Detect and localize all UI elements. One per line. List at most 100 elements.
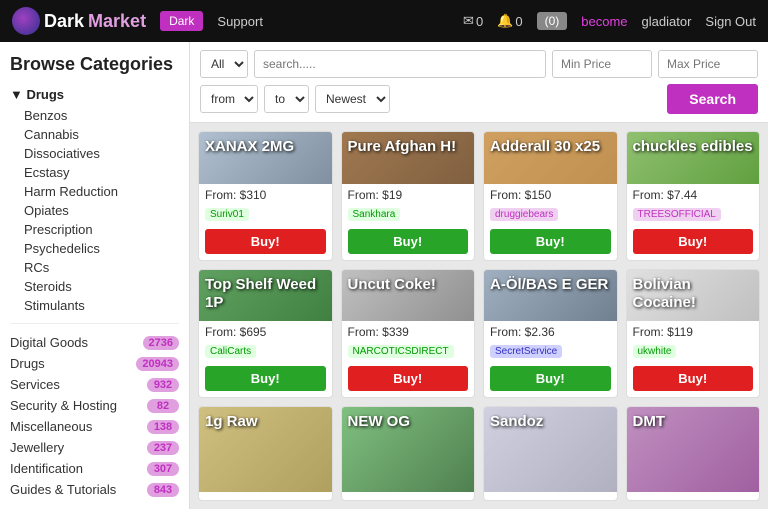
mail-icon-item[interactable]: ✉ 0: [463, 13, 483, 29]
category-badge: 237: [147, 441, 179, 455]
category-select[interactable]: All: [200, 50, 248, 78]
sidebar-category-item[interactable]: Security & Hosting 82: [10, 395, 179, 416]
product-info: From: $339 NARCOTICSDIRECT: [342, 321, 475, 366]
support-link[interactable]: Support: [217, 14, 263, 29]
categories-list: Digital Goods2736Drugs20943Services932Se…: [10, 332, 179, 500]
product-info: From: $2.36 SecretService: [484, 321, 617, 366]
to-date-select[interactable]: to: [264, 85, 309, 113]
product-card: Uncut Coke! From: $339 NARCOTICSDIRECT B…: [341, 269, 476, 399]
sidebar-drug-item[interactable]: Stimulants: [10, 296, 179, 315]
search-input[interactable]: [254, 50, 546, 78]
drug-items-list: BenzosCannabisDissociativesEcstasyHarm R…: [10, 106, 179, 315]
become-link[interactable]: become: [581, 14, 627, 29]
product-card: XANAX 2MG From: $310 Suriv01 Buy!: [198, 131, 333, 261]
product-image-overlay: chuckles edibles: [627, 132, 760, 184]
sidebar-category-item[interactable]: Jewellery237: [10, 437, 179, 458]
sidebar-drug-item[interactable]: Prescription: [10, 220, 179, 239]
sort-select[interactable]: Newest: [315, 85, 390, 113]
search-button[interactable]: Search: [667, 84, 758, 114]
category-label: Services: [10, 377, 60, 392]
sidebar-drug-item[interactable]: Dissociatives: [10, 144, 179, 163]
sidebar-category-item[interactable]: Miscellaneous138: [10, 416, 179, 437]
dark-mode-button[interactable]: Dark: [160, 11, 203, 31]
username-link[interactable]: gladiator: [642, 14, 692, 29]
product-info: From: $150 druggiebears: [484, 184, 617, 229]
product-image-overlay: Uncut Coke!: [342, 270, 475, 322]
product-image: Uncut Coke!: [342, 270, 475, 322]
category-badge: 138: [147, 420, 179, 434]
product-seller[interactable]: NARCOTICSDIRECT: [348, 345, 454, 358]
sidebar-drug-item[interactable]: Ecstasy: [10, 163, 179, 182]
max-price-input[interactable]: [658, 50, 758, 78]
sidebar-drug-item[interactable]: RCs: [10, 258, 179, 277]
product-image: A-Öl/BAS E GER: [484, 270, 617, 322]
category-badge: 82: [147, 399, 179, 413]
from-date-select[interactable]: from: [200, 85, 258, 113]
bell-icon-item[interactable]: 🔔 0: [497, 13, 522, 29]
sidebar-category-item[interactable]: Guides & Tutorials843: [10, 479, 179, 500]
product-image-overlay: Top Shelf Weed 1P: [199, 270, 332, 322]
sidebar-drug-item[interactable]: Harm Reduction: [10, 182, 179, 201]
sidebar-category-item[interactable]: Digital Goods2736: [10, 332, 179, 353]
product-image-overlay: DMT: [627, 407, 760, 492]
product-seller[interactable]: SecretService: [490, 345, 562, 358]
sidebar-divider: [10, 323, 179, 324]
product-card: A-Öl/BAS E GER From: $2.36 SecretService…: [483, 269, 618, 399]
product-card: Pure Afghan H! From: $19 Sankhara Buy!: [341, 131, 476, 261]
header-icons: ✉ 0 🔔 0 (0) become gladiator Sign Out: [463, 12, 756, 30]
buy-button[interactable]: Buy!: [205, 229, 326, 254]
category-badge: 307: [147, 462, 179, 476]
product-seller[interactable]: TREESOFFICIAL: [633, 208, 721, 221]
buy-button[interactable]: Buy!: [490, 366, 611, 391]
product-seller[interactable]: Sankhara: [348, 208, 401, 221]
product-price: From: $19: [348, 188, 469, 202]
logo-market-text: Market: [88, 11, 146, 32]
signout-link[interactable]: Sign Out: [705, 14, 756, 29]
buy-button[interactable]: Buy!: [490, 229, 611, 254]
buy-button[interactable]: Buy!: [633, 229, 754, 254]
product-seller[interactable]: CaliCarts: [205, 345, 256, 358]
product-image: chuckles edibles: [627, 132, 760, 184]
product-card: Bolivian Cocaine! From: $119 ukwhite Buy…: [626, 269, 761, 399]
product-title: Top Shelf Weed 1P: [205, 276, 326, 312]
product-title: Sandoz: [490, 413, 543, 431]
product-image-overlay: A-Öl/BAS E GER: [484, 270, 617, 322]
sidebar-category-item[interactable]: Identification 307: [10, 458, 179, 479]
sidebar-drug-item[interactable]: Opiates: [10, 201, 179, 220]
sidebar-drug-item[interactable]: Cannabis: [10, 125, 179, 144]
product-card: DMT: [626, 406, 761, 501]
product-card: Sandoz: [483, 406, 618, 501]
category-label: Security & Hosting: [10, 398, 117, 413]
product-title: XANAX 2MG: [205, 138, 294, 156]
buy-button[interactable]: Buy!: [205, 366, 326, 391]
cart-button[interactable]: (0): [537, 12, 568, 30]
product-title: DMT: [633, 413, 666, 431]
product-grid: XANAX 2MG From: $310 Suriv01 Buy! Pure A…: [190, 123, 768, 509]
product-image-overlay: Pure Afghan H!: [342, 132, 475, 184]
product-card: 1g Raw: [198, 406, 333, 501]
drugs-header[interactable]: ▼ Drugs: [10, 87, 179, 102]
category-badge: 2736: [143, 336, 179, 350]
buy-button[interactable]: Buy!: [633, 366, 754, 391]
product-seller[interactable]: ukwhite: [633, 345, 677, 358]
sidebar-drug-item[interactable]: Steroids: [10, 277, 179, 296]
product-image-overlay: NEW OG: [342, 407, 475, 492]
product-image: Pure Afghan H!: [342, 132, 475, 184]
product-seller[interactable]: Suriv01: [205, 208, 249, 221]
product-image-overlay: Sandoz: [484, 407, 617, 492]
sidebar-category-item[interactable]: Drugs20943: [10, 353, 179, 374]
bell-count: 0: [515, 14, 522, 29]
sidebar-category-item[interactable]: Services932: [10, 374, 179, 395]
buy-button[interactable]: Buy!: [348, 229, 469, 254]
product-title: Pure Afghan H!: [348, 138, 457, 156]
product-seller[interactable]: druggiebears: [490, 208, 558, 221]
category-label: Identification: [10, 461, 83, 476]
product-title: Adderall 30 x25: [490, 138, 600, 156]
sidebar-drug-item[interactable]: Psychedelics: [10, 239, 179, 258]
sidebar: Browse Categories ▼ Drugs BenzosCannabis…: [0, 42, 190, 509]
product-info: [342, 492, 475, 500]
product-title: A-Öl/BAS E GER: [490, 276, 608, 294]
buy-button[interactable]: Buy!: [348, 366, 469, 391]
min-price-input[interactable]: [552, 50, 652, 78]
sidebar-drug-item[interactable]: Benzos: [10, 106, 179, 125]
